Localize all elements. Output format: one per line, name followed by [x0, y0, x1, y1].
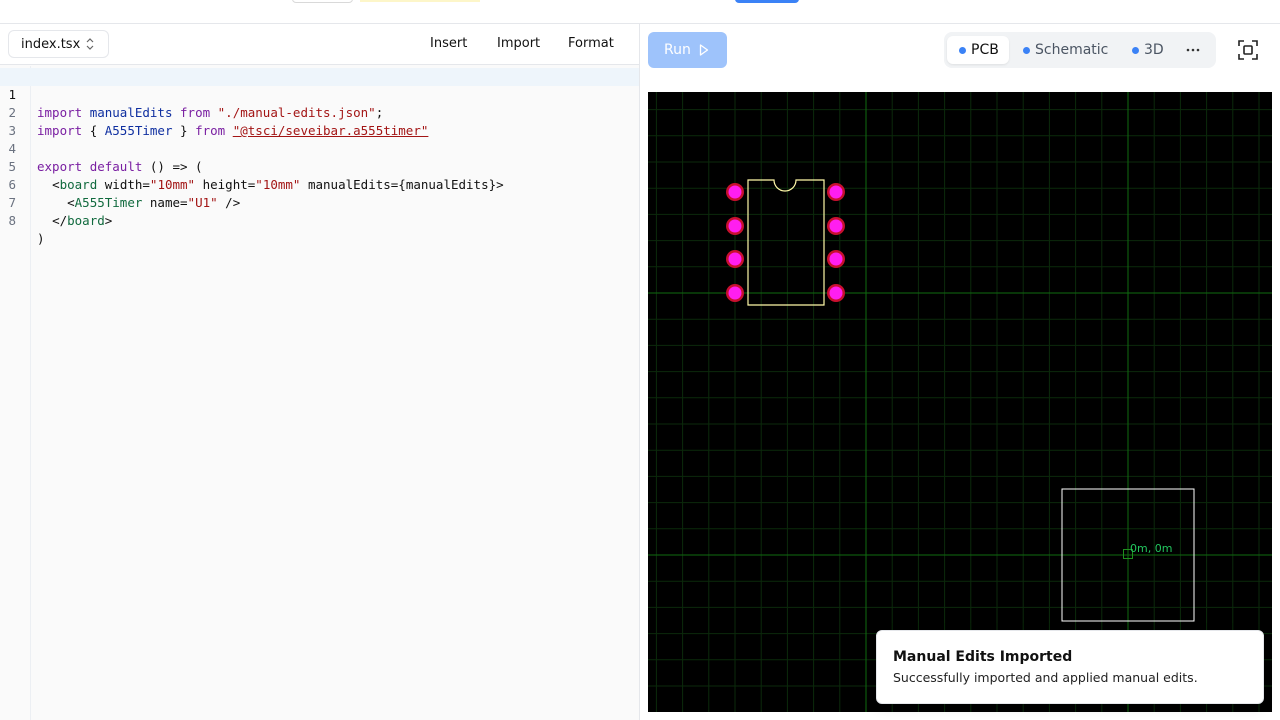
- pad: [728, 185, 742, 199]
- tab-indicator-dot: [1023, 46, 1030, 54]
- tab-schematic[interactable]: Schematic: [1016, 36, 1116, 64]
- pad: [829, 286, 843, 300]
- pcb-canvas[interactable]: 0m, 0m: [648, 92, 1272, 712]
- code-line-1[interactable]: 1 import manualEdits from "./manual-edit…: [0, 68, 639, 120]
- file-selector[interactable]: index.tsx: [8, 30, 109, 58]
- pcb-fine-grid: [648, 92, 1272, 712]
- code-punct: >: [104, 213, 113, 228]
- code-line-7[interactable]: 7 </board>: [0, 176, 639, 228]
- chip-silkscreen-outline: [747, 179, 825, 306]
- code-line-3[interactable]: 3: [0, 104, 639, 138]
- toast-title: Manual Edits Imported: [893, 649, 1073, 665]
- tab-pcb-label: PCB: [971, 42, 999, 58]
- format-button[interactable]: Format: [568, 36, 614, 51]
- code-line-8[interactable]: 8 ): [0, 194, 639, 246]
- play-icon: [699, 44, 709, 56]
- code-area[interactable]: 1 import manualEdits from "./manual-edit…: [0, 66, 639, 720]
- toast-notification[interactable]: Manual Edits Imported Successfully impor…: [876, 630, 1264, 704]
- tab-3d[interactable]: 3D: [1124, 36, 1174, 64]
- fullscreen-icon[interactable]: [1236, 38, 1260, 62]
- pad: [728, 286, 742, 300]
- pad: [829, 219, 843, 233]
- code-tag: board: [67, 213, 105, 228]
- code-line-2[interactable]: 2 import { A555Timer } from "@tsci/sevei…: [0, 86, 639, 138]
- top-bar-highlight: [360, 0, 480, 2]
- code-line-5[interactable]: 5 <board width="10mm" height="10mm" manu…: [0, 140, 639, 192]
- top-bar-primary-button[interactable]: [735, 0, 799, 3]
- tab-pcb[interactable]: PCB: [947, 36, 1009, 64]
- tab-schematic-label: Schematic: [1035, 42, 1109, 58]
- more-options-button[interactable]: [1180, 36, 1206, 64]
- code-punct: ): [37, 231, 45, 246]
- editor-toolbar: index.tsx Insert Import Format: [0, 24, 639, 65]
- top-bar-button[interactable]: [292, 0, 353, 3]
- code-line-4[interactable]: 4 export default () => (: [0, 122, 639, 174]
- tab-indicator-dot: [1132, 46, 1139, 54]
- insert-button[interactable]: Insert: [430, 36, 467, 51]
- pad: [829, 185, 843, 199]
- ellipsis-icon: [1186, 48, 1200, 52]
- top-bar: [0, 0, 1280, 24]
- line-number: 8: [8, 213, 16, 228]
- code-editor-panel: index.tsx Insert Import Format 1 import …: [0, 24, 640, 720]
- run-button[interactable]: Run: [648, 32, 727, 68]
- pcb-drawing: [648, 92, 1272, 712]
- file-selector-label: index.tsx: [21, 36, 81, 52]
- tab-indicator-dot: [959, 46, 966, 54]
- code-punct: </: [52, 213, 68, 228]
- chip-pads: [726, 183, 845, 302]
- import-button[interactable]: Import: [497, 36, 540, 51]
- pad: [829, 252, 843, 266]
- code-line-6[interactable]: 6 <A555Timer name="U1" />: [0, 158, 639, 210]
- tab-3d-label: 3D: [1144, 42, 1164, 58]
- chevron-up-down-icon: [86, 38, 94, 50]
- view-tabs: PCB Schematic 3D: [944, 32, 1216, 68]
- toast-description: Successfully imported and applied manual…: [893, 670, 1198, 685]
- coordinate-label: 0m, 0m: [1130, 542, 1173, 555]
- preview-panel: Run PCB Schematic 3D 0m, 0m: [640, 24, 1280, 720]
- pad: [728, 219, 742, 233]
- pad: [728, 252, 742, 266]
- pcb-major-grid: [648, 92, 1272, 712]
- run-button-label: Run: [664, 42, 691, 58]
